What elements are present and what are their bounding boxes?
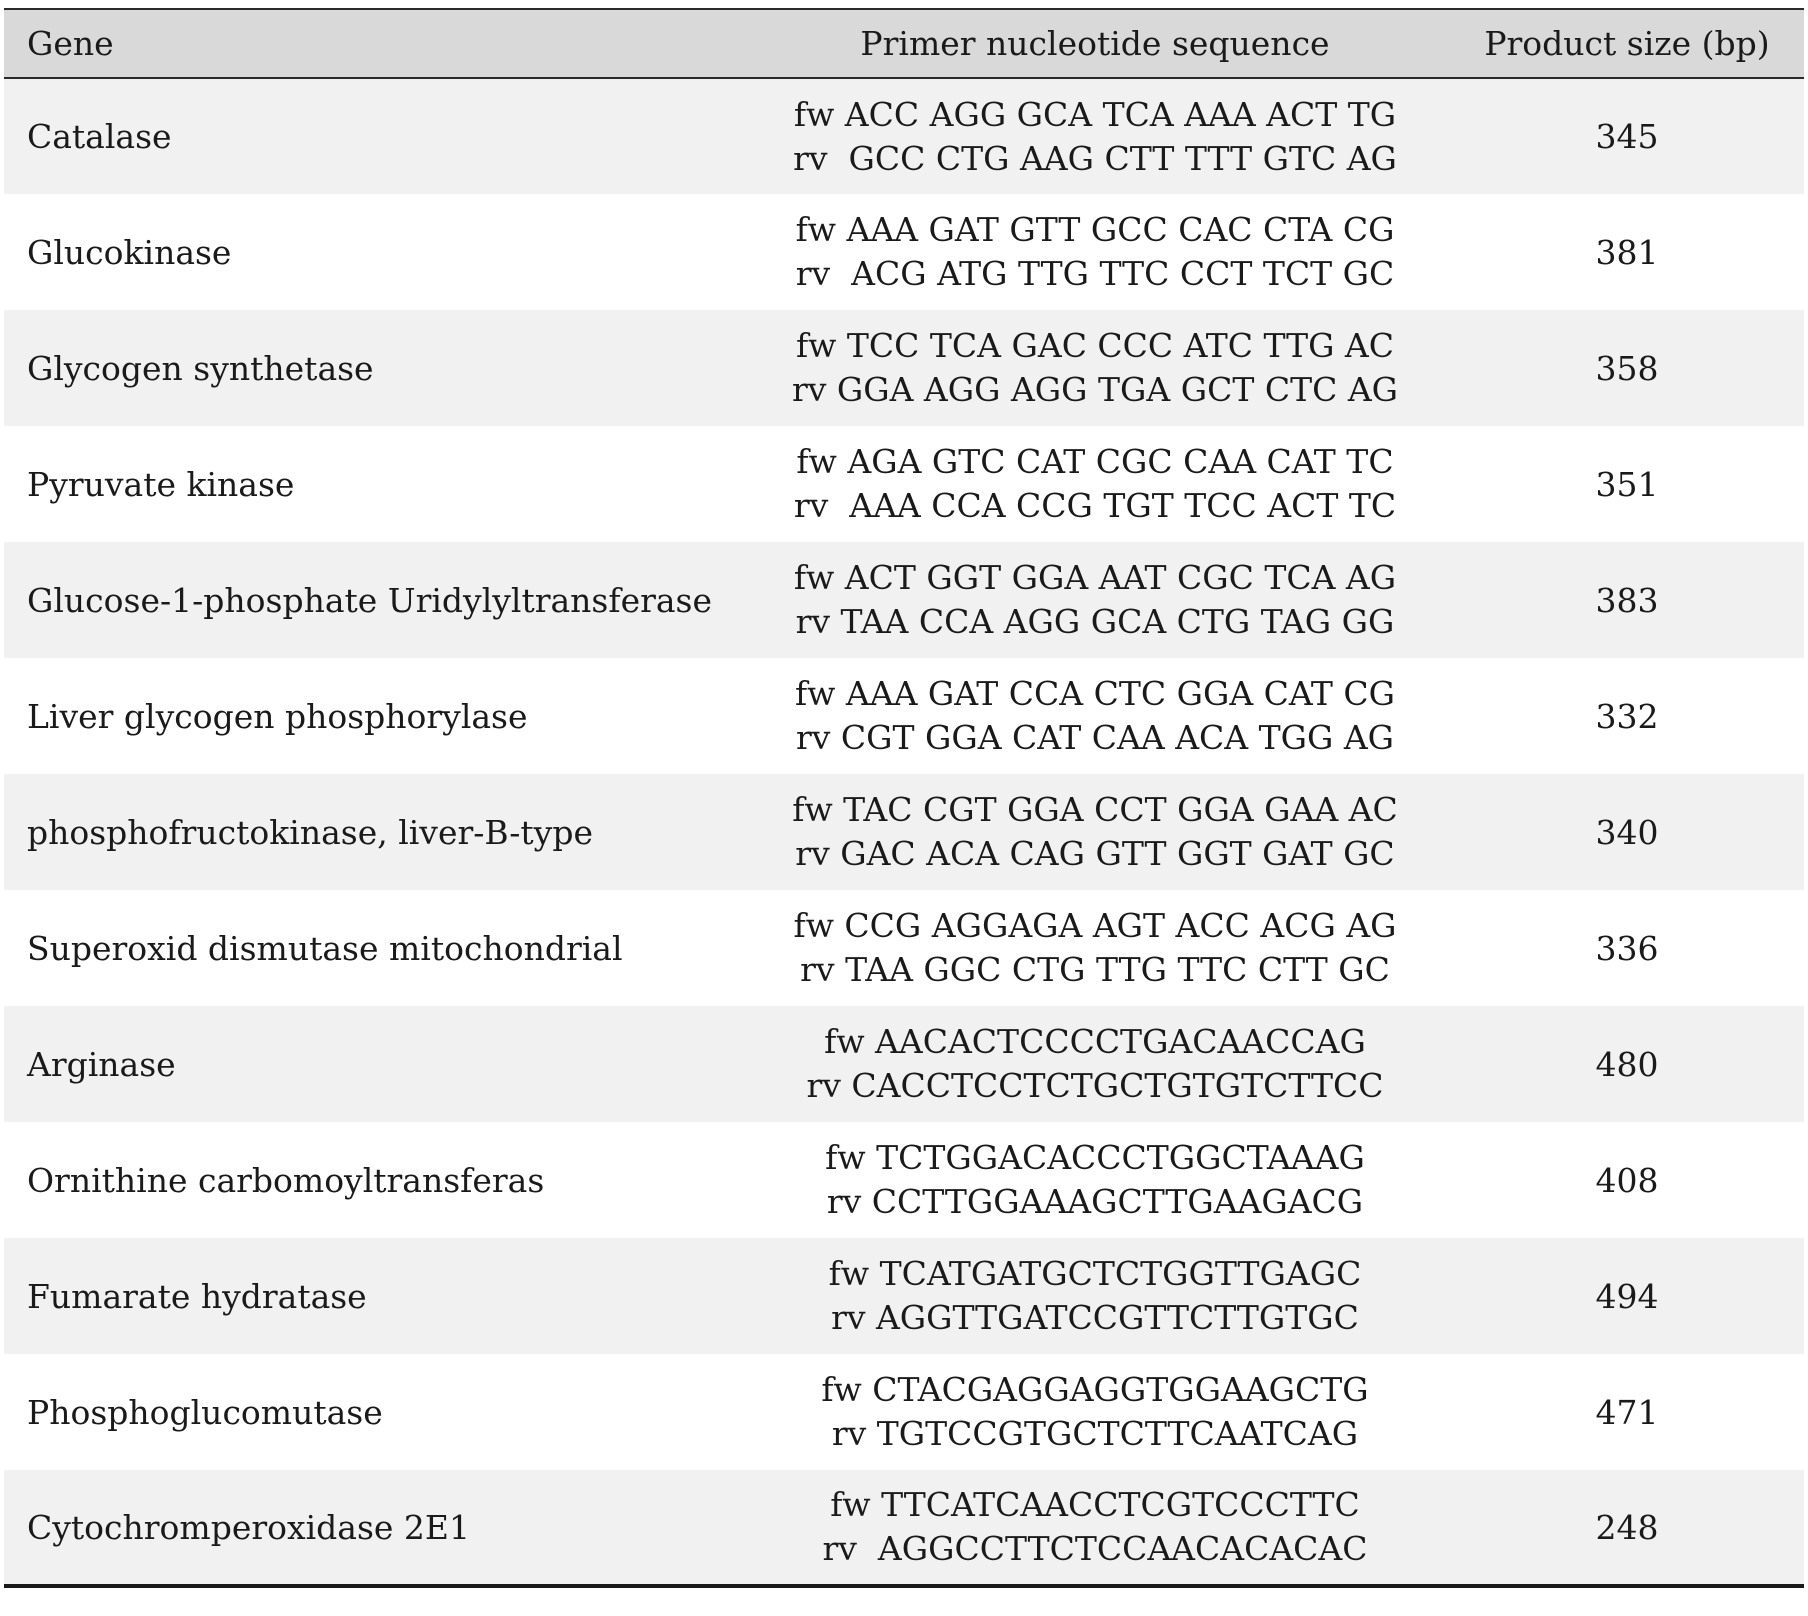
reverse-primer: rv GCC CTG AAG CTT TTT GTC AG [793,138,1397,178]
primer-cell: fw AAA GAT GTT GCC CAC CTA CG rv ACG ATG… [740,194,1450,310]
product-size-cell: 480 [1595,1044,1659,1084]
forward-primer: fw CCG AGGAGA AGT ACC ACG AG [793,906,1397,945]
product-size-cell: 248 [1450,1470,1804,1588]
primer-cell: fw TAC CGT GGA CCT GGA GAA AC rv GAC ACA… [740,774,1450,890]
product-size-cell: 336 [1595,928,1659,968]
forward-primer: fw AACACTCCCCTGACAACCAG [824,1022,1366,1061]
reverse-primer: rv AGGCCTTCTCCAACACACAC [822,1529,1368,1568]
gene-cell: Catalase [27,117,172,156]
forward-primer: fw CTACGAGGAGGTGGAAGCTG [821,1370,1369,1409]
reverse-primer: rv AAA CCA CCG TGT TCC ACT TC [793,486,1397,525]
table-row: Superoxid dismutase mitochondrial fw CCG… [4,890,1804,1006]
reverse-primer: rv TAA CCA AGG GCA CTG TAG GG [795,602,1395,641]
reverse-primer: rv TGTCCGTGCTCTTCAATCAG [831,1414,1359,1453]
table-row: Arginase fw AACACTCCCCTGACAACCAG rv CACC… [4,1006,1804,1122]
primer-cell: fw ACT GGT GGA AAT CGC TCA AG rv TAA CCA… [740,542,1450,658]
column-header-primer: Primer nucleotide sequence [740,8,1450,79]
forward-primer: fw AAA GAT GTT GCC CAC CTA CG [795,210,1395,249]
forward-primer: fw AAA GAT CCA CTC GGA CAT CG [794,674,1396,713]
forward-primer: fw AGA GTC CAT CGC CAA CAT TC [796,442,1394,481]
table-row: phosphofructokinase, liver-B-type fw TAC… [4,774,1804,890]
reverse-primer: rv ACG ATG TTG TTC CCT TCT GC [795,254,1395,293]
gene-cell: Glucose-1-phosphate Uridylyltransferase [27,580,713,620]
table-row: Catalase fw ACC AGG GCA TCA AAA ACT TG r… [4,78,1804,194]
gene-cell: Superoxid dismutase mitochondrial [27,928,623,968]
product-size-cell: 471 [1595,1392,1659,1432]
table-row: Liver glycogen phosphorylase fw AAA GAT … [4,658,1804,774]
primer-cell: fw CTACGAGGAGGTGGAAGCTG rv TGTCCGTGCTCTT… [740,1354,1450,1470]
primer-cell: fw CCG AGGAGA AGT ACC ACG AG rv TAA GGC … [740,890,1450,1006]
forward-primer: fw TCC TCA GAC CCC ATC TTG AC [795,326,1395,365]
primer-cell: fw TCC TCA GAC CCC ATC TTG AC rv GGA AGG… [740,310,1450,426]
forward-primer: fw TTCATCAACCTCGTCCCTTC [830,1485,1360,1524]
gene-cell: Phosphoglucomutase [27,1392,383,1432]
gene-cell: phosphofructokinase, liver-B-type [27,812,593,852]
reverse-primer: rv AGGTTGATCCGTTCTTGTGC [831,1298,1359,1337]
primer-table: Gene Primer nucleotide sequence Product … [4,8,1804,1588]
table-header: Gene Primer nucleotide sequence Product … [4,8,1804,79]
reverse-primer: rv GAC ACA CAG GTT GGT GAT GC [795,834,1395,873]
reverse-primer: rv TAA GGC CTG TTG TTC CTT GC [800,950,1390,989]
gene-cell: Fumarate hydratase [27,1276,367,1316]
forward-primer: fw TAC CGT GGA CCT GGA GAA AC [792,790,1398,829]
table-row: Glucokinase fw AAA GAT GTT GCC CAC CTA C… [4,194,1804,310]
product-size-cell: 494 [1595,1276,1659,1316]
column-header-size: Product size (bp) [1450,8,1804,79]
product-size-cell: 408 [1595,1160,1659,1200]
forward-primer: fw TCATGATGCTCTGGTTGAGC [828,1254,1362,1293]
product-size-cell: 332 [1595,696,1659,736]
reverse-primer: rv CCTTGGAAAGCTTGAAGACG [826,1182,1364,1221]
gene-cell: Glucokinase [27,232,232,272]
gene-cell: Glycogen synthetase [27,348,374,388]
primer-cell: fw TCATGATGCTCTGGTTGAGC rv AGGTTGATCCGTT… [740,1238,1450,1354]
primer-cell: fw TCTGGACACCCTGGCTAAAG rv CCTTGGAAAGCTT… [740,1122,1450,1238]
column-header-gene: Gene [4,8,740,79]
forward-primer: fw ACC AGG GCA TCA AAA ACT TG [793,94,1397,134]
product-size-cell: 351 [1595,464,1659,504]
table-row: Glycogen synthetase fw TCC TCA GAC CCC A… [4,310,1804,426]
primer-table-container: Gene Primer nucleotide sequence Product … [4,8,1804,1588]
product-size-cell: 345 [1595,117,1659,156]
gene-cell: Liver glycogen phosphorylase [27,696,528,736]
gene-cell: Arginase [27,1044,176,1084]
primer-cell: fw TTCATCAACCTCGTCCCTTC rv AGGCCTTCTCCAA… [740,1470,1450,1588]
reverse-primer: rv CGT GGA CAT CAA ACA TGG AG [795,718,1395,757]
reverse-primer: rv GGA AGG AGG TGA GCT CTC AG [791,370,1399,409]
table-row: Glucose-1-phosphate Uridylyltransferase … [4,542,1804,658]
primer-cell: fw AGA GTC CAT CGC CAA CAT TC rv AAA CCA… [740,426,1450,542]
table-row: Cytochromperoxidase 2E1 fw TTCATCAACCTCG… [4,1470,1804,1588]
gene-cell: Ornithine carbomoyltransferas [27,1160,545,1200]
gene-cell: Pyruvate kinase [27,464,295,504]
forward-primer: fw ACT GGT GGA AAT CGC TCA AG [793,558,1397,597]
table-body: Catalase fw ACC AGG GCA TCA AAA ACT TG r… [4,78,1804,1588]
reverse-primer: rv CACCTCCTCTGCTGTGTCTTCC [806,1066,1384,1105]
table-row: Phosphoglucomutase fw CTACGAGGAGGTGGAAGC… [4,1354,1804,1470]
product-size-cell: 381 [1595,232,1659,272]
gene-cell: Cytochromperoxidase 2E1 [4,1470,740,1588]
table-row: Ornithine carbomoyltransferas fw TCTGGAC… [4,1122,1804,1238]
table-row: Fumarate hydratase fw TCATGATGCTCTGGTTGA… [4,1238,1804,1354]
header-row: Gene Primer nucleotide sequence Product … [4,8,1804,79]
table-row: Pyruvate kinase fw AGA GTC CAT CGC CAA C… [4,426,1804,542]
product-size-cell: 383 [1595,580,1659,620]
primer-cell: fw AACACTCCCCTGACAACCAG rv CACCTCCTCTGCT… [740,1006,1450,1122]
product-size-cell: 358 [1595,348,1659,388]
primer-cell: fw ACC AGG GCA TCA AAA ACT TG rv GCC CTG… [740,78,1450,194]
primer-cell: fw AAA GAT CCA CTC GGA CAT CG rv CGT GGA… [740,658,1450,774]
product-size-cell: 340 [1595,812,1659,852]
forward-primer: fw TCTGGACACCCTGGCTAAAG [825,1138,1365,1177]
